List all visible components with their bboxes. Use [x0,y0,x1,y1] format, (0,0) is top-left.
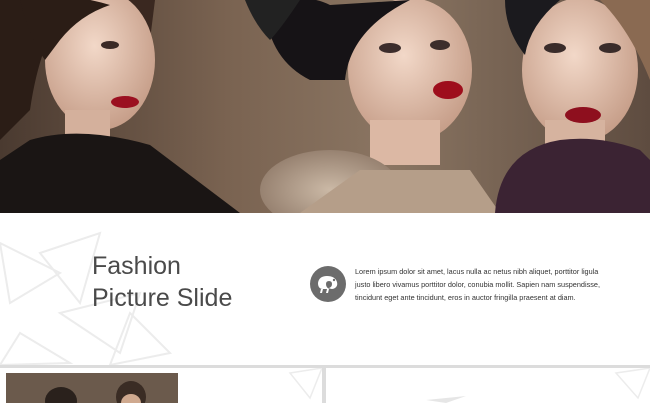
title-line-2: Picture Slide [92,284,233,312]
slide-title: Fashion Picture Slide [92,250,292,314]
chameleon-icon [310,266,346,302]
hero-photo [0,0,650,213]
thumbnail-photo [6,373,178,403]
slide: Fashion Picture Slide Lorem ipsum dolor … [0,0,650,365]
slide-body-text: Lorem ipsum dolor sit amet, lacus nulla … [355,267,600,302]
thumbnail-decoration [426,368,650,403]
title-line-1: Fashion [92,252,181,280]
next-slide-thumbnail-2[interactable] [326,368,650,403]
next-slide-thumbnail-1[interactable] [0,368,322,403]
thumbnail-row [0,368,650,403]
